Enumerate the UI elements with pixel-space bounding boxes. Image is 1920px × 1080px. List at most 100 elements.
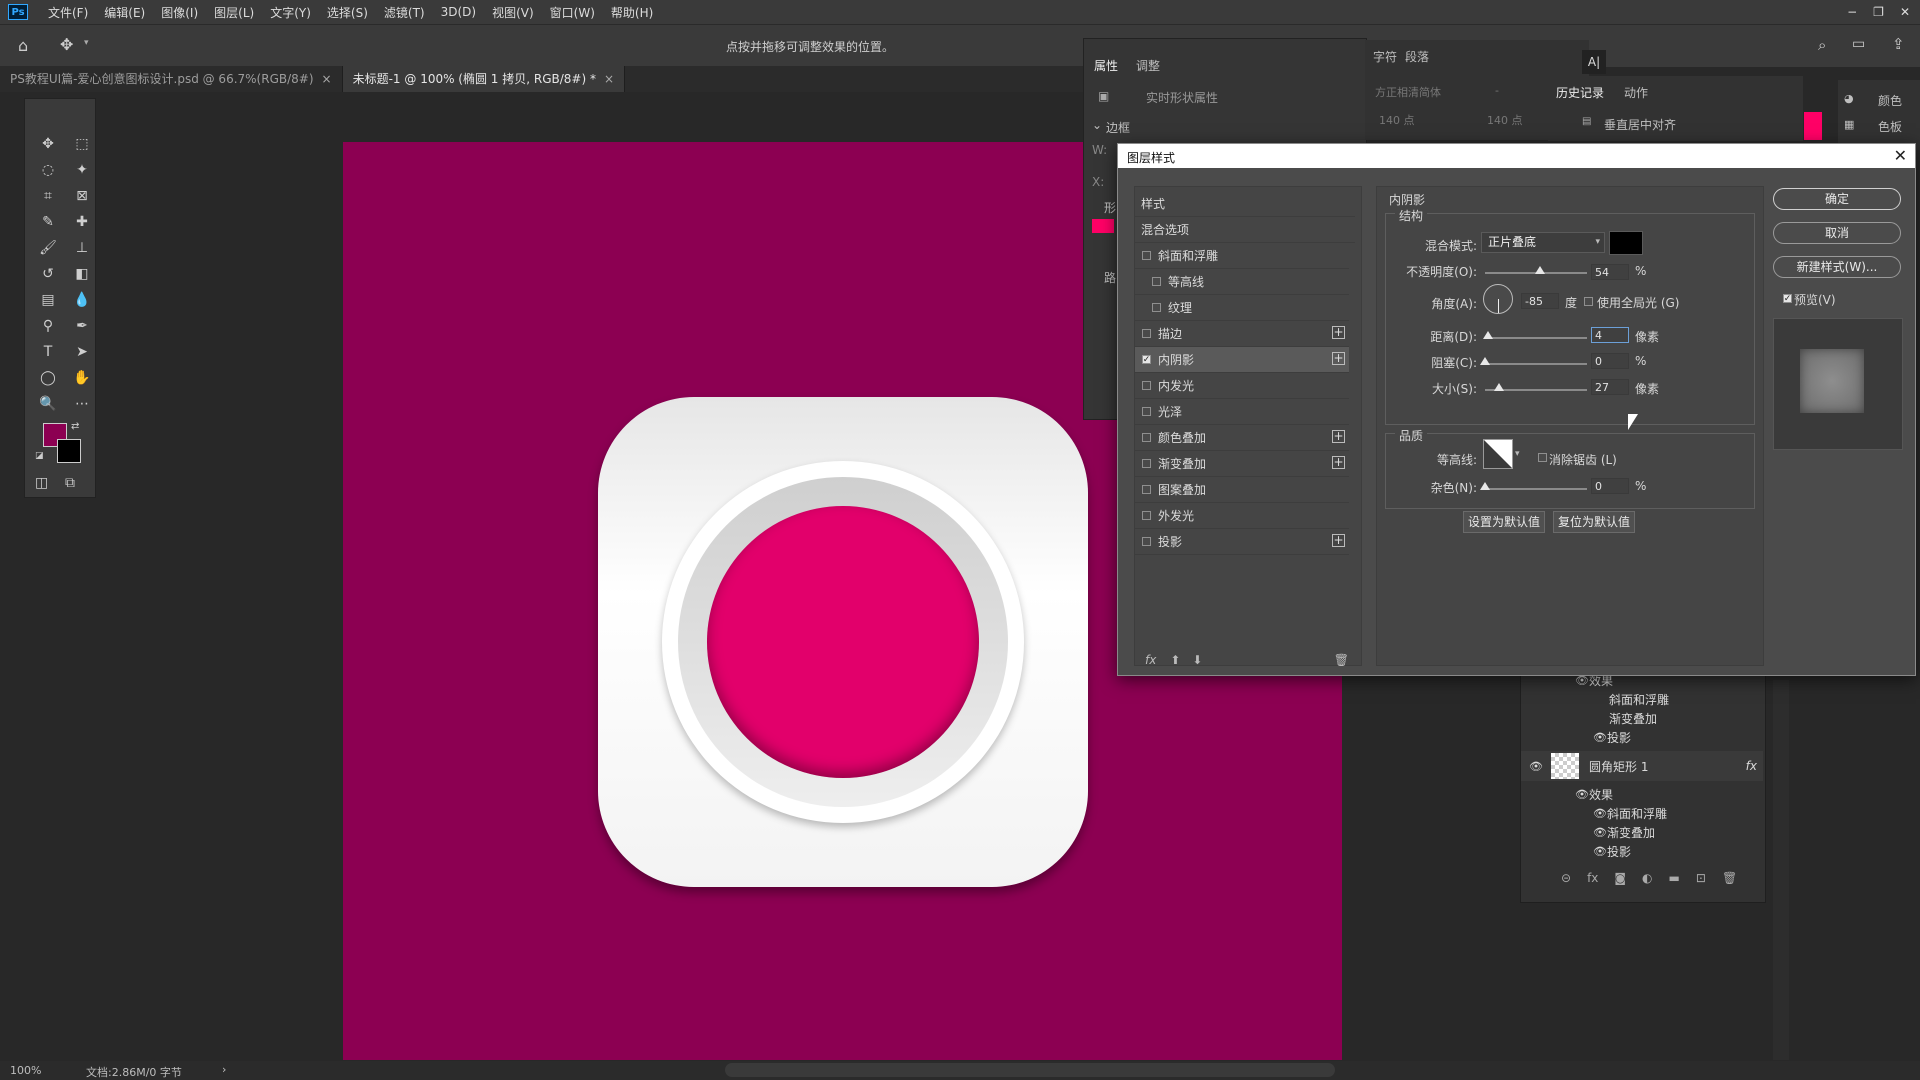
opacity-input[interactable]: 54 — [1591, 264, 1629, 280]
choke-slider[interactable] — [1485, 363, 1587, 365]
pen-tool-icon[interactable]: ✒ — [69, 315, 95, 337]
add-effect-icon[interactable]: + — [1332, 352, 1345, 365]
menu-edit[interactable]: 编辑(E) — [96, 4, 153, 21]
eye-icon[interactable]: 👁 — [1593, 826, 1607, 839]
layer-effect-row[interactable]: 👁 效果 — [1521, 785, 1809, 804]
default-colors-icon[interactable]: ◪ — [35, 451, 44, 461]
tab-character[interactable]: 字符 — [1373, 48, 1397, 65]
eye-icon[interactable]: 👁 — [1593, 731, 1607, 744]
ok-button[interactable]: 确定 — [1773, 188, 1901, 210]
angle-dial[interactable] — [1483, 284, 1513, 314]
eye-icon[interactable]: 👁 — [1529, 760, 1543, 773]
new-group-icon[interactable]: ▬ — [1669, 871, 1680, 885]
color-item[interactable]: 颜色 — [1878, 92, 1902, 109]
workspace-icon[interactable]: ▭ — [1852, 36, 1865, 52]
layer-row[interactable]: 👁 圆角矩形 1 fx — [1521, 751, 1763, 781]
chevron-right-icon[interactable]: › — [222, 1063, 226, 1076]
style-checkbox[interactable] — [1142, 433, 1151, 442]
swatches-item[interactable]: 色板 — [1878, 118, 1902, 135]
eye-icon[interactable]: 👁 — [1593, 845, 1607, 858]
tab-document-1[interactable]: PS教程UI篇-爱心创意图标设计.psd @ 66.7%(RGB/8#) × — [0, 66, 343, 92]
style-checkbox[interactable] — [1152, 303, 1161, 312]
style-checkbox[interactable] — [1142, 381, 1151, 390]
close-icon[interactable]: × — [322, 72, 332, 86]
healing-brush-icon[interactable]: ✚ — [69, 211, 95, 233]
noise-slider-thumb[interactable] — [1480, 482, 1490, 490]
character-glyph-icon[interactable]: A| — [1582, 50, 1606, 74]
home-icon[interactable]: ⌂ — [18, 36, 28, 55]
tab-actions[interactable]: 动作 — [1624, 84, 1648, 101]
distance-slider-thumb[interactable] — [1483, 331, 1493, 339]
menu-type[interactable]: 文字(Y) — [262, 4, 319, 21]
style-checkbox[interactable] — [1142, 459, 1151, 468]
reset-default-button[interactable]: 复位为默认值 — [1553, 511, 1635, 533]
screen-mode-icon[interactable]: ⧉ — [65, 475, 75, 491]
lasso-tool-icon[interactable]: ◌ — [35, 159, 61, 181]
ellipse-tool-icon[interactable]: ◯ — [35, 367, 61, 389]
layer-effect-row[interactable]: 斜面和浮雕 — [1521, 690, 1843, 709]
style-item[interactable]: 光泽 — [1135, 399, 1349, 425]
style-item[interactable]: 纹理 — [1135, 295, 1349, 321]
style-checkbox[interactable] — [1152, 277, 1161, 286]
font-size-field[interactable]: 140 点 — [1379, 112, 1415, 128]
styles-header[interactable]: 样式 — [1135, 191, 1355, 217]
global-light-checkbox[interactable] — [1584, 297, 1593, 306]
ellipse-shape[interactable] — [707, 506, 979, 778]
history-brush-icon[interactable]: ↺ — [35, 263, 61, 285]
layer-effect-row[interactable]: 渐变叠加 — [1521, 709, 1843, 728]
style-item[interactable]: 内发光 — [1135, 373, 1349, 399]
menu-select[interactable]: 选择(S) — [319, 4, 376, 21]
layer-fx-icon[interactable]: fx — [1746, 759, 1757, 773]
eye-icon[interactable]: 👁 — [1593, 807, 1607, 820]
add-effect-icon[interactable]: + — [1332, 430, 1345, 443]
fx-icon[interactable]: fx — [1145, 653, 1156, 667]
cancel-button[interactable]: 取消 — [1773, 222, 1901, 244]
style-item[interactable]: 描边 + — [1135, 321, 1349, 347]
stamp-tool-icon[interactable]: ⊥ — [69, 237, 95, 259]
move-up-icon[interactable]: ⬆ — [1170, 653, 1180, 667]
delete-layer-icon[interactable]: 🗑 — [1722, 871, 1737, 885]
distance-input[interactable]: 4 — [1591, 327, 1629, 343]
tab-adjustments[interactable]: 调整 — [1136, 57, 1160, 74]
style-item[interactable]: 颜色叠加 + — [1135, 425, 1349, 451]
zoom-level[interactable]: 100% — [10, 1064, 41, 1077]
tab-document-2[interactable]: 未标题-1 @ 100% (椭圆 1 拷贝, RGB/8#) * × — [342, 66, 626, 92]
delete-effect-icon[interactable]: 🗑 — [1334, 653, 1349, 667]
link-layers-icon[interactable]: ⊝ — [1561, 871, 1571, 885]
blur-tool-icon[interactable]: 💧 — [69, 289, 95, 311]
tab-paragraph[interactable]: 段落 — [1405, 48, 1429, 65]
brush-tool-icon[interactable]: 🖌 — [35, 237, 61, 259]
horizontal-scrollbar[interactable] — [725, 1063, 1335, 1077]
new-style-button[interactable]: 新建样式(W)... — [1773, 256, 1901, 278]
new-layer-icon[interactable]: ⊡ — [1696, 871, 1706, 885]
preview-checkbox[interactable]: ✓ — [1783, 294, 1792, 304]
style-checkbox[interactable] — [1142, 329, 1151, 338]
tab-history[interactable]: 历史记录 — [1556, 84, 1604, 101]
background-color-swatch[interactable] — [57, 439, 81, 463]
style-checkbox[interactable] — [1142, 537, 1151, 546]
style-checkbox[interactable] — [1142, 485, 1151, 494]
menu-window[interactable]: 窗口(W) — [542, 4, 603, 21]
adjustment-layer-icon[interactable]: ◐ — [1642, 871, 1652, 885]
style-item[interactable]: 投影 + — [1135, 529, 1349, 555]
font-family-field[interactable]: 方正相清简体 — [1375, 84, 1441, 100]
layer-name[interactable]: 圆角矩形 1 — [1589, 758, 1648, 775]
close-icon[interactable]: ✕ — [1894, 146, 1907, 165]
magic-wand-icon[interactable]: ✦ — [69, 159, 95, 181]
font-style-field[interactable]: - — [1495, 84, 1499, 97]
share-icon[interactable]: ⇪ — [1892, 35, 1905, 53]
crop-tool-icon[interactable]: ⌗ — [35, 185, 61, 207]
style-item[interactable]: 外发光 — [1135, 503, 1349, 529]
layers-scrollbar[interactable] — [1773, 680, 1789, 1060]
dodge-tool-icon[interactable]: ⚲ — [35, 315, 61, 337]
set-default-button[interactable]: 设置为默认值 — [1463, 511, 1545, 533]
menu-help[interactable]: 帮助(H) — [603, 4, 661, 21]
style-checkbox[interactable]: ✓ — [1142, 355, 1151, 365]
size-slider-thumb[interactable] — [1494, 383, 1504, 391]
menu-filter[interactable]: 滤镜(T) — [376, 4, 433, 21]
blend-mode-select[interactable]: 正片叠底 ▾ — [1481, 232, 1605, 253]
menu-3d[interactable]: 3D(D) — [433, 5, 484, 19]
add-effect-icon[interactable]: + — [1332, 456, 1345, 469]
more-tools-icon[interactable]: ⋯ — [69, 393, 95, 415]
chevron-down-icon[interactable]: ⌄ — [1092, 118, 1102, 132]
